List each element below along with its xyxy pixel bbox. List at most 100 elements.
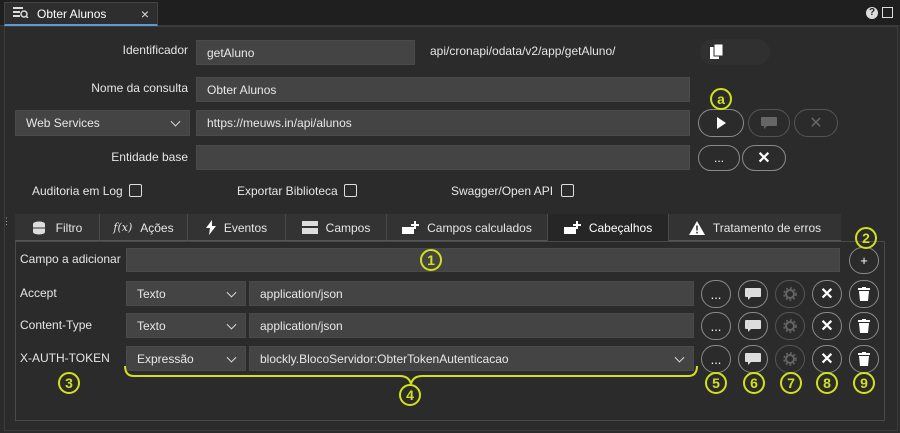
- tab-acoes-label: Ações: [140, 220, 174, 235]
- annotation-6: 6: [743, 372, 765, 394]
- comment-icon: [745, 288, 761, 300]
- header-delete-button[interactable]: [849, 345, 879, 373]
- nome-consulta-field[interactable]: Obter Alunos: [196, 77, 690, 102]
- close-icon[interactable]: ×: [141, 6, 149, 22]
- url-field[interactable]: https://meuws.in/api/alunos: [196, 110, 690, 136]
- chevron-down-icon: [226, 287, 237, 298]
- annotation-1: 1: [420, 249, 442, 271]
- header-comment-button[interactable]: [738, 345, 768, 373]
- close-icon: ✕: [757, 150, 771, 167]
- tab-eventos-label: Eventos: [223, 220, 268, 235]
- header-settings-button[interactable]: [775, 345, 805, 373]
- header-browse-label: ...: [710, 286, 722, 302]
- annotation-4: 4: [399, 384, 421, 406]
- help-icon[interactable]: ?: [866, 7, 878, 19]
- comment-icon: [745, 320, 761, 332]
- identificador-label: Identificador: [122, 43, 188, 57]
- trash-icon: [858, 352, 870, 366]
- entidade-browse-button[interactable]: ...: [698, 145, 740, 171]
- add-header-button[interactable]: +: [849, 247, 879, 274]
- message-button[interactable]: [748, 109, 790, 137]
- run-button[interactable]: [698, 109, 744, 137]
- tab-eventos[interactable]: Eventos: [188, 214, 286, 241]
- tab-filtro[interactable]: Filtro: [15, 214, 100, 241]
- header-remove-button[interactable]: ✕: [812, 312, 842, 340]
- header-settings-button[interactable]: [775, 312, 805, 340]
- header-name-x-auth-token: X-AUTH-TOKEN: [20, 351, 110, 365]
- comment-icon: [745, 353, 761, 365]
- header-delete-button[interactable]: [849, 312, 879, 340]
- copy-button[interactable]: [700, 39, 770, 65]
- restore-window-icon[interactable]: [882, 7, 893, 18]
- gear-icon: [783, 287, 797, 301]
- entidade-base-label: Entidade base: [111, 150, 188, 164]
- tab-campos-calculados-label: Campos calculados: [427, 220, 532, 235]
- add-field-icon: [563, 220, 581, 234]
- trash-icon: [858, 319, 870, 333]
- header-remove-button[interactable]: ✕: [812, 345, 842, 373]
- annotation-a: a: [710, 88, 732, 110]
- tab-acoes[interactable]: f(x) Ações: [100, 214, 188, 241]
- source-type-select[interactable]: Web Services: [15, 110, 190, 136]
- header-comment-button[interactable]: [738, 312, 768, 340]
- header-comment-button[interactable]: [738, 280, 768, 308]
- header-settings-button[interactable]: [775, 280, 805, 308]
- header-type-value: Texto: [137, 286, 166, 301]
- entidade-clear-button[interactable]: ✕: [742, 145, 786, 171]
- header-browse-label: ...: [710, 318, 722, 334]
- chevron-down-icon: [170, 116, 181, 127]
- function-icon: f(x): [113, 221, 133, 234]
- annotation-8: 8: [816, 372, 838, 394]
- annotation-9: 9: [853, 372, 875, 394]
- api-path-text: api/cronapi/odata/v2/app/getAluno/: [430, 44, 616, 58]
- tab-filtro-label: Filtro: [55, 220, 83, 235]
- splitter-handle[interactable]: ⋮: [2, 216, 11, 226]
- identificador-field[interactable]: getAluno: [196, 40, 415, 65]
- document-tab[interactable]: Obter Alunos ×: [4, 2, 158, 26]
- lightning-icon: [205, 220, 216, 235]
- tab-cabecalhos[interactable]: Cabeçalhos: [548, 214, 669, 241]
- copy-icon: [710, 43, 724, 63]
- tab-tratamento-erros-label: Tratamento de erros: [712, 220, 822, 235]
- nome-consulta-label: Nome da consulta: [91, 81, 188, 95]
- close-icon: ✕: [820, 286, 834, 303]
- header-type-select[interactable]: Texto: [126, 313, 246, 338]
- header-browse-button[interactable]: ...: [701, 345, 731, 373]
- campo-adicionar-field[interactable]: [126, 248, 840, 272]
- tab-bar: Filtro f(x) Ações Eventos Campos Campos …: [15, 214, 841, 241]
- header-name-content-type: Content-Type: [20, 318, 93, 332]
- header-type-value: Texto: [137, 318, 166, 333]
- play-icon: [717, 117, 726, 129]
- auditoria-checkbox[interactable]: [129, 184, 142, 197]
- header-value-field[interactable]: application/json: [249, 281, 694, 306]
- table-icon: [301, 221, 318, 234]
- tab-campos-calculados[interactable]: Campos calculados: [387, 214, 548, 241]
- cancel-button[interactable]: ✕: [794, 109, 838, 137]
- close-icon: ✕: [809, 115, 823, 132]
- header-delete-button[interactable]: [849, 280, 879, 308]
- entidade-base-field[interactable]: [196, 145, 690, 170]
- header-value-field[interactable]: application/json: [249, 313, 694, 338]
- exportar-checkbox[interactable]: [344, 184, 357, 197]
- add-field-icon: [402, 220, 420, 234]
- swagger-checkbox[interactable]: [561, 184, 574, 197]
- annotation-3: 3: [58, 372, 80, 394]
- header-remove-button[interactable]: ✕: [812, 280, 842, 308]
- annotation-7: 7: [780, 372, 802, 394]
- header-browse-button[interactable]: ...: [701, 312, 731, 340]
- header-browse-button[interactable]: ...: [701, 280, 731, 308]
- source-type-value: Web Services: [26, 116, 100, 130]
- tab-campos[interactable]: Campos: [286, 214, 387, 241]
- gear-icon: [783, 319, 797, 333]
- document-tab-title: Obter Alunos: [37, 6, 107, 21]
- query-icon: [13, 6, 29, 21]
- close-icon: ✕: [820, 351, 834, 368]
- comment-icon: [761, 117, 777, 129]
- annotation-5: 5: [705, 372, 727, 394]
- header-type-select[interactable]: Texto: [126, 281, 246, 306]
- tab-tratamento-erros[interactable]: Tratamento de erros: [669, 214, 841, 241]
- tab-cabecalhos-label: Cabeçalhos: [588, 220, 653, 235]
- trash-icon: [858, 287, 870, 301]
- header-browse-label: ...: [710, 351, 722, 367]
- header-name-accept: Accept: [20, 286, 57, 300]
